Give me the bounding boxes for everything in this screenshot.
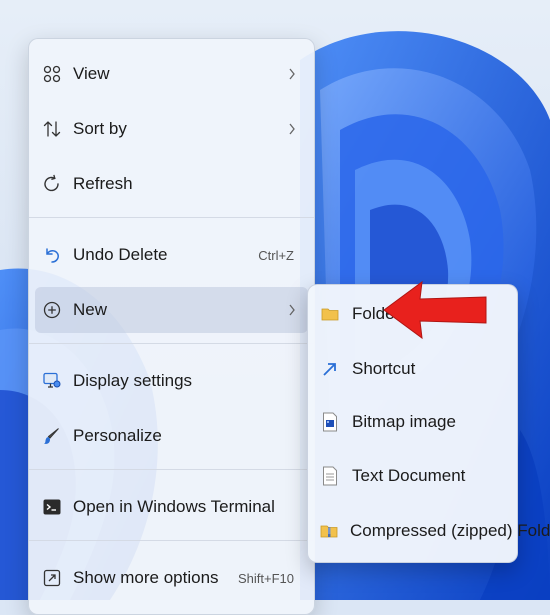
menu-item-label: Display settings xyxy=(73,371,193,390)
shortcut-hint: Ctrl+Z xyxy=(258,247,294,263)
chevron-right-icon xyxy=(288,68,296,80)
show-more-icon xyxy=(41,567,63,589)
folder-icon xyxy=(320,304,340,324)
undo-icon xyxy=(41,244,63,266)
menu-item-label: Refresh xyxy=(73,174,133,193)
menu-separator xyxy=(29,469,314,470)
desktop-context-menu: View Sort by Refresh Undo Delete Ctrl+Z … xyxy=(28,38,315,615)
submenu-item-shortcut[interactable]: Shortcut xyxy=(314,346,511,392)
submenu-item-label: Bitmap image xyxy=(352,412,456,431)
submenu-item-label: Text Document xyxy=(352,466,466,485)
menu-item-label: Undo Delete xyxy=(73,245,168,264)
submenu-item-text-document[interactable]: Text Document xyxy=(314,453,511,499)
submenu-item-label: Shortcut xyxy=(352,359,416,378)
new-icon xyxy=(41,299,63,321)
zip-folder-icon xyxy=(320,521,338,541)
submenu-item-compressed-folder[interactable]: Compressed (zipped) Folder xyxy=(314,508,550,554)
menu-item-label: Personalize xyxy=(73,426,162,445)
menu-item-view[interactable]: View xyxy=(35,51,308,97)
shortcut-icon xyxy=(320,359,340,379)
menu-item-label: View xyxy=(73,64,110,83)
menu-separator xyxy=(29,540,314,541)
shortcut-hint: Shift+F10 xyxy=(237,570,294,586)
menu-item-label: Open in Windows Terminal xyxy=(73,497,275,516)
chevron-right-icon xyxy=(288,304,296,316)
menu-item-label: Sort by xyxy=(73,119,127,138)
refresh-icon xyxy=(41,173,63,195)
red-annotation-arrow xyxy=(383,280,487,340)
menu-item-display-settings[interactable]: Display settings xyxy=(35,358,308,404)
menu-item-refresh[interactable]: Refresh xyxy=(35,161,308,207)
menu-separator xyxy=(29,217,314,218)
bitmap-icon xyxy=(320,412,340,432)
menu-item-new[interactable]: New xyxy=(35,287,308,333)
menu-item-open-terminal[interactable]: Open in Windows Terminal xyxy=(35,484,308,530)
display-settings-icon xyxy=(41,370,63,392)
menu-separator xyxy=(29,343,314,344)
menu-item-show-more-options[interactable]: Show more options Shift+F10 xyxy=(35,555,308,601)
text-document-icon xyxy=(320,466,340,486)
menu-item-label: New xyxy=(73,300,108,319)
menu-item-personalize[interactable]: Personalize xyxy=(35,413,308,459)
terminal-icon xyxy=(41,496,63,518)
chevron-right-icon xyxy=(288,123,296,135)
submenu-item-label: Compressed (zipped) Folder xyxy=(350,521,550,540)
menu-item-label: Show more options xyxy=(73,568,219,587)
submenu-item-bitmap-image[interactable]: Bitmap image xyxy=(314,399,511,445)
menu-item-sort-by[interactable]: Sort by xyxy=(35,106,308,152)
view-grid-icon xyxy=(41,63,63,85)
menu-item-undo-delete[interactable]: Undo Delete Ctrl+Z xyxy=(35,232,308,278)
sort-icon xyxy=(41,118,63,140)
personalize-icon xyxy=(41,425,63,447)
